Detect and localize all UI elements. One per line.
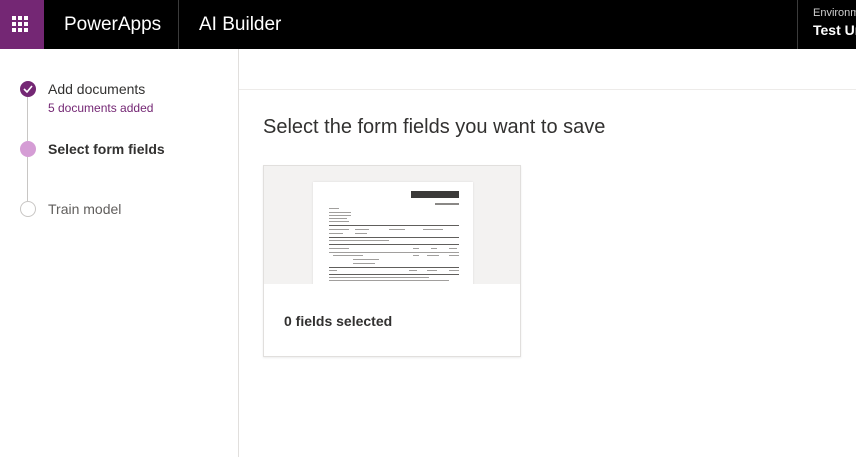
page-title: Select the form fields you want to save	[263, 116, 606, 138]
environment-name: Test Ur	[813, 22, 856, 38]
environment-label: Environm	[813, 7, 856, 19]
header-divider	[178, 0, 179, 49]
step-select-form-fields[interactable]: Select form fields	[48, 141, 165, 157]
current-step-icon	[20, 141, 36, 157]
wizard-steps-panel: Add documents 5 documents added Select f…	[0, 49, 239, 457]
app-launcher-button[interactable]	[0, 0, 44, 49]
step-add-documents-status: 5 documents added	[48, 101, 154, 115]
step-connector	[27, 97, 28, 141]
step-train-model: Train model	[48, 201, 122, 217]
environment-picker[interactable]: Environm Test Ur	[813, 6, 856, 39]
app-title: AI Builder	[199, 14, 282, 35]
header-divider-right	[797, 0, 798, 49]
checkmark-icon	[20, 81, 36, 97]
waffle-icon	[12, 16, 28, 32]
content-divider	[239, 89, 856, 90]
document-card[interactable]: 0 fields selected	[263, 165, 521, 357]
step-add-documents[interactable]: Add documents	[48, 81, 145, 97]
invoice-preview-image	[313, 182, 473, 284]
brand-link[interactable]: PowerApps	[64, 0, 161, 49]
step-connector	[27, 157, 28, 201]
document-thumbnail	[264, 166, 520, 284]
top-bar: PowerApps AI Builder Environm Test Ur	[0, 0, 856, 49]
pending-step-icon	[20, 201, 36, 217]
fields-selected-count: 0 fields selected	[284, 313, 393, 329]
